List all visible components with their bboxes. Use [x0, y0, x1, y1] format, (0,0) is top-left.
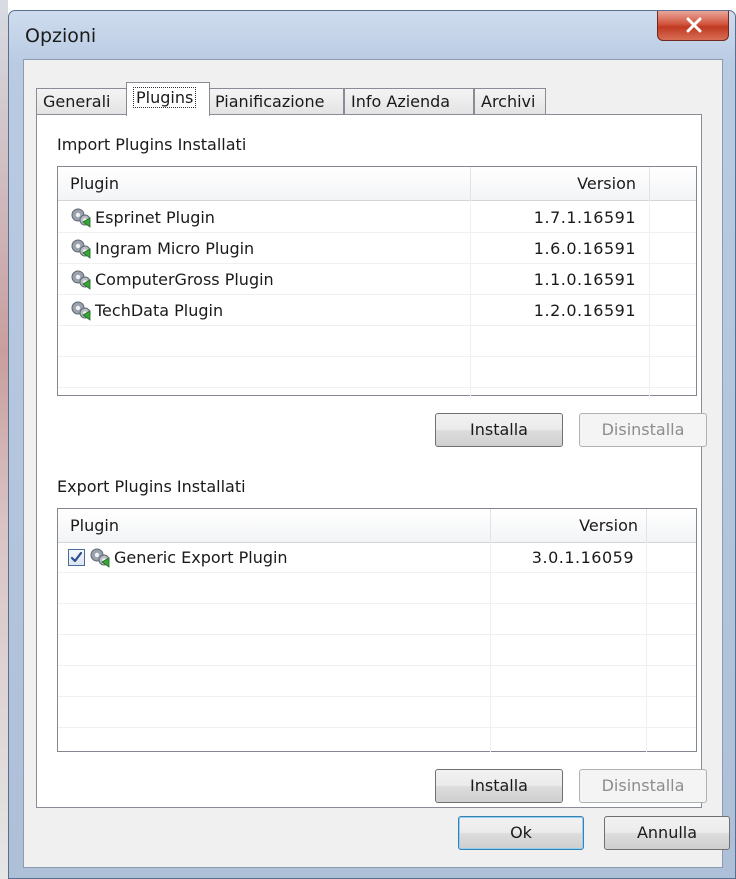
- export-install-button[interactable]: Installa: [435, 769, 563, 803]
- plugin-version: 3.0.1.16059: [531, 548, 634, 567]
- column-header-version[interactable]: Version: [492, 509, 638, 542]
- gears-icon: [71, 270, 91, 290]
- options-dialog: Opzioni Generali Plugins Pianificazione …: [8, 10, 736, 879]
- plugin-version: 1.6.0.16591: [533, 239, 636, 258]
- checkmark-icon: [70, 551, 83, 563]
- table-row[interactable]: ComputerGross Plugin 1.1.0.16591: [58, 264, 696, 295]
- column-header-plugin[interactable]: Plugin: [70, 509, 119, 542]
- export-plugins-label: Export Plugins Installati: [57, 477, 246, 496]
- plugins-tab-panel: Import Plugins Installati Plugin Version: [36, 114, 707, 808]
- tab-plugins[interactable]: Plugins: [126, 82, 210, 116]
- table-row[interactable]: Esprinet Plugin 1.7.1.16591: [58, 202, 696, 233]
- import-uninstall-button[interactable]: Disinstalla: [579, 413, 707, 447]
- export-list-header: Plugin Version: [58, 509, 696, 543]
- table-row[interactable]: Ingram Micro Plugin 1.6.0.16591: [58, 233, 696, 264]
- close-icon: [686, 17, 702, 33]
- empty-row: [58, 697, 696, 728]
- column-header-plugin[interactable]: Plugin: [70, 167, 119, 200]
- tab-archivi[interactable]: Archivi: [474, 88, 546, 115]
- import-plugins-list[interactable]: Plugin Version Esprinet Plugin 1.7.1.165…: [57, 166, 697, 396]
- ok-button[interactable]: Ok: [458, 816, 584, 850]
- export-uninstall-button[interactable]: Disinstalla: [579, 769, 707, 803]
- empty-row: [58, 357, 696, 388]
- gears-icon: [90, 548, 110, 568]
- plugin-version: 1.2.0.16591: [533, 301, 636, 320]
- empty-row: [58, 573, 696, 604]
- plugin-name: TechData Plugin: [95, 301, 224, 320]
- close-button[interactable]: [657, 11, 729, 41]
- empty-row: [58, 635, 696, 666]
- background-window-edge: [0, 0, 8, 879]
- plugin-version: 1.7.1.16591: [533, 208, 636, 227]
- import-list-header: Plugin Version: [58, 167, 696, 201]
- plugin-name: Generic Export Plugin: [114, 548, 288, 567]
- window-title: Opzioni: [25, 25, 97, 47]
- gears-icon: [71, 239, 91, 259]
- gears-icon: [71, 301, 91, 321]
- empty-row: [58, 326, 696, 357]
- plugin-name: ComputerGross Plugin: [95, 270, 274, 289]
- empty-row: [58, 666, 696, 697]
- gears-icon: [71, 208, 91, 228]
- table-row[interactable]: TechData Plugin 1.2.0.16591: [58, 295, 696, 326]
- plugin-version: 1.1.0.16591: [533, 270, 636, 289]
- tab-pianificazione[interactable]: Pianificazione: [208, 88, 344, 115]
- plugin-name: Ingram Micro Plugin: [95, 239, 255, 258]
- cancel-button[interactable]: Annulla: [604, 816, 730, 850]
- empty-row: [58, 604, 696, 635]
- export-plugins-list[interactable]: Plugin Version Generic Export Plugin 3.0…: [57, 508, 697, 752]
- title-bar[interactable]: Opzioni: [9, 11, 735, 57]
- column-header-version[interactable]: Version: [472, 167, 636, 200]
- plugin-enabled-checkbox[interactable]: [68, 549, 85, 566]
- plugin-name: Esprinet Plugin: [95, 208, 215, 227]
- import-plugins-label: Import Plugins Installati: [57, 135, 247, 154]
- tab-info-azienda[interactable]: Info Azienda: [344, 88, 474, 115]
- import-install-button[interactable]: Installa: [435, 413, 563, 447]
- dialog-client-area: Generali Plugins Pianificazione Info Azi…: [23, 59, 730, 868]
- tab-generali[interactable]: Generali: [36, 88, 128, 115]
- table-row[interactable]: Generic Export Plugin 3.0.1.16059: [58, 542, 696, 573]
